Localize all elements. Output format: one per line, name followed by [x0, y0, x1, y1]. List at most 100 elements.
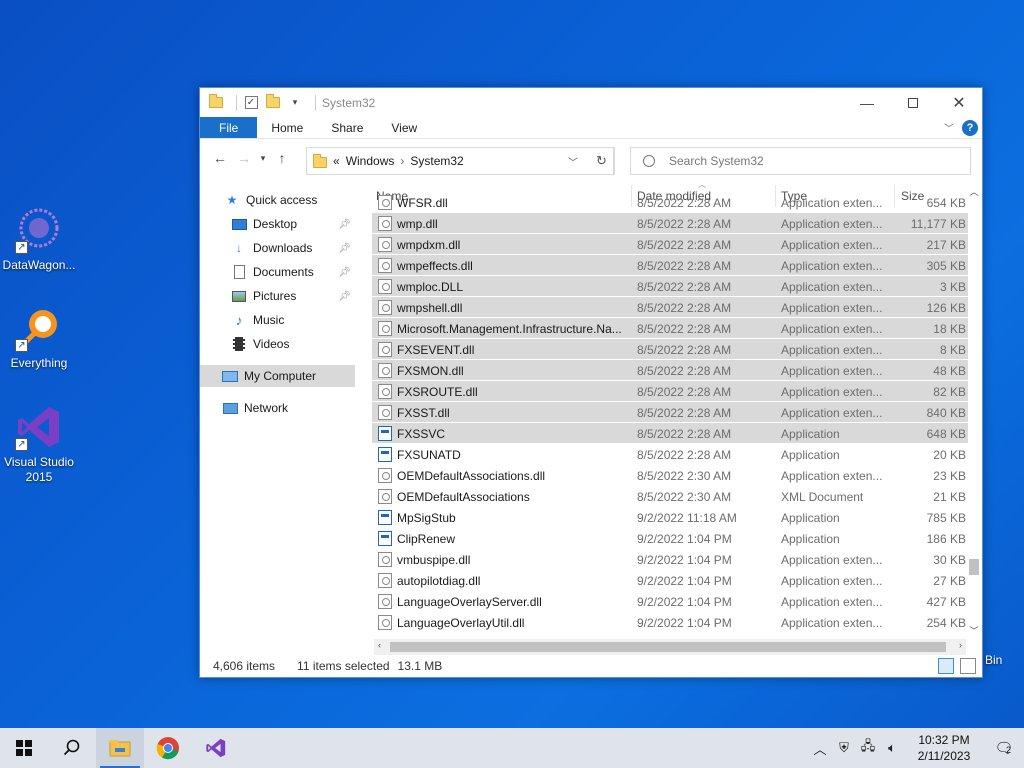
properties-icon[interactable]: ✓ — [243, 95, 259, 111]
pin-icon[interactable]: 📌︎ — [338, 267, 351, 278]
computer-icon — [222, 368, 238, 384]
recent-locations-button[interactable]: ▾ — [256, 153, 270, 164]
table-row[interactable]: LanguageOverlayServer.dll 9/2/2022 1:04 P… — [372, 591, 968, 612]
pin-icon[interactable]: 📌︎ — [338, 243, 351, 254]
table-row[interactable]: autopilotdiag.dll 9/2/2022 1:04 PM Applica… — [372, 570, 968, 591]
table-row[interactable]: wmpeffects.dll 8/5/2022 2:28 AM Applicatio… — [372, 255, 968, 276]
desktop-icon-everything[interactable]: ↗ Everything — [0, 304, 78, 371]
desktop-icon-datawagon[interactable]: ↗ DataWagon... — [0, 206, 78, 273]
application-file-icon — [378, 447, 392, 462]
status-bar: 4,606 items 11 items selected 13.1 MB — [200, 655, 982, 677]
file-date-modified: 8/5/2022 2:28 AM — [637, 427, 732, 441]
expand-ribbon-icon[interactable]: ﹀ — [944, 120, 954, 135]
separator — [236, 94, 237, 111]
table-row[interactable]: ClipRenew 9/2/2022 1:04 PM Application 186 … — [372, 528, 968, 549]
tab-share[interactable]: Share — [317, 117, 377, 138]
search-placeholder: Search System32 — [669, 154, 764, 168]
table-row[interactable]: FXSUNATD 8/5/2022 2:28 AM Application 20 KB — [372, 444, 968, 465]
search-input[interactable]: Search System32 — [630, 147, 971, 175]
taskbar-chrome[interactable] — [144, 728, 192, 768]
file-name: wmpdxm.dll — [397, 238, 461, 252]
table-row[interactable]: wmpshell.dll 8/5/2022 2:28 AM Application … — [372, 297, 968, 318]
horizontal-scrollbar[interactable]: ‹ › — [374, 639, 966, 655]
taskbar-visual-studio[interactable] — [192, 728, 240, 768]
breadcrumb-overflow[interactable]: « — [333, 154, 340, 168]
notifications-button[interactable]: 🗨︎ 2 — [984, 739, 1024, 757]
large-icons-view-icon[interactable] — [960, 658, 976, 674]
nav-network[interactable]: Network — [200, 397, 355, 419]
nav-documents[interactable]: Documents 📌︎ — [200, 261, 355, 283]
scroll-right-icon[interactable]: › — [959, 640, 962, 650]
file-size: 254 KB — [926, 616, 966, 630]
pin-icon[interactable]: 📌︎ — [338, 291, 351, 302]
scroll-left-icon[interactable]: ‹ — [378, 640, 381, 650]
tab-home[interactable]: Home — [257, 117, 317, 138]
taskbar-file-explorer[interactable] — [96, 728, 144, 768]
file-size: 82 KB — [933, 385, 966, 399]
table-row[interactable]: WFSR.dll 8/5/2022 2:28 AM Application exte… — [372, 192, 968, 213]
file-size: 3 KB — [939, 280, 966, 294]
vertical-scrollbar[interactable] — [766, 96, 782, 543]
visual-studio-icon — [206, 738, 226, 758]
scroll-thumb[interactable] — [969, 559, 979, 575]
file-date-modified: 8/5/2022 2:28 AM — [637, 217, 732, 231]
file-size: 654 KB — [926, 196, 966, 210]
vertical-scrollbar[interactable]: ︿ ﹀ — [966, 185, 982, 637]
nav-desktop[interactable]: Desktop 📌︎ — [200, 213, 355, 235]
clock[interactable]: 10:32 PM 2/11/2023 — [904, 732, 984, 764]
refresh-button[interactable]: ↻ — [589, 147, 615, 175]
breadcrumb-system32[interactable]: System32 — [410, 154, 463, 168]
nav-music[interactable]: ♪ Music — [200, 309, 355, 331]
maximize-button[interactable] — [890, 88, 936, 117]
nav-downloads[interactable]: ↓ Downloads 📌︎ — [200, 237, 355, 259]
table-row[interactable]: MpSigStub 9/2/2022 11:18 AM Application 785… — [372, 507, 968, 528]
tab-file[interactable]: File — [200, 117, 258, 138]
nav-videos[interactable]: Videos — [200, 333, 355, 355]
file-date-modified: 8/5/2022 2:28 AM — [637, 406, 732, 420]
table-row[interactable]: wmp.dll 8/5/2022 2:28 AM Application exten… — [372, 213, 968, 234]
table-row[interactable]: FXSEVENT.dll 8/5/2022 2:28 AM Application … — [372, 339, 968, 360]
breadcrumb-separator-icon[interactable]: › — [400, 154, 404, 168]
network-icon[interactable]: 🖧︎ — [856, 737, 880, 759]
table-row[interactable]: FXSMON.dll 8/5/2022 2:28 AM Application ex… — [372, 360, 968, 381]
close-button[interactable]: ✕ — [936, 88, 982, 117]
scroll-thumb[interactable] — [390, 642, 946, 652]
table-row[interactable]: Microsoft.Management.Infrastructure.Na..… — [372, 318, 968, 339]
star-icon: ★ — [226, 193, 238, 207]
minimize-button[interactable]: — — [844, 88, 890, 117]
table-row[interactable]: wmpdxm.dll 8/5/2022 2:28 AM Application ex… — [372, 234, 968, 255]
tab-view[interactable]: View — [377, 117, 431, 138]
show-hidden-icons-icon[interactable]: ︿ — [808, 739, 832, 758]
customize-toolbar-icon[interactable]: ▾ — [287, 95, 303, 111]
desktop-icon-visual-studio[interactable]: ↗ Visual Studio 2015 — [0, 403, 78, 485]
file-name: LanguageOverlayServer.dll — [397, 595, 542, 609]
new-folder-icon[interactable] — [265, 94, 281, 111]
volume-icon[interactable]: 🔈︎ — [880, 740, 904, 756]
table-row[interactable]: vmbuspipe.dll 9/2/2022 1:04 PM Application… — [372, 549, 968, 570]
nav-quick-access[interactable]: ★ Quick access — [200, 189, 355, 211]
table-row[interactable]: OEMDefaultAssociations.dll 8/5/2022 2:30 … — [372, 465, 968, 486]
forward-button[interactable]: → — [232, 150, 256, 166]
start-button[interactable] — [0, 728, 48, 768]
table-row[interactable]: FXSSVC 8/5/2022 2:28 AM Application 648 KB — [372, 423, 968, 444]
table-row[interactable]: OEMDefaultAssociations 8/5/2022 2:30 AM XM… — [372, 486, 968, 507]
details-view-icon[interactable] — [938, 658, 954, 674]
breadcrumb-windows[interactable]: Windows — [346, 154, 395, 168]
table-row[interactable]: FXSST.dll 8/5/2022 2:28 AM Application ext… — [372, 402, 968, 423]
nav-pictures[interactable]: Pictures 📌︎ — [200, 285, 355, 307]
search-button[interactable] — [48, 728, 96, 768]
table-row[interactable]: FXSROUTE.dll 8/5/2022 2:28 AM Application … — [372, 381, 968, 402]
scroll-down-icon[interactable]: ﹀ — [966, 624, 982, 637]
title-bar[interactable]: ✓ ▾ System32 — ✕ — [200, 88, 982, 117]
up-button[interactable]: ↑ — [270, 150, 294, 166]
nav-my-computer[interactable]: My Computer — [200, 365, 355, 387]
help-icon[interactable]: ? — [962, 119, 978, 136]
scroll-up-icon[interactable]: ︿ — [966, 185, 982, 198]
pin-icon[interactable]: 📌︎ — [338, 219, 351, 230]
back-button[interactable]: ← — [208, 150, 232, 166]
address-bar[interactable]: « Windows › System32 ﹀ — [306, 147, 614, 175]
table-row[interactable]: wmploc.DLL 8/5/2022 2:28 AM Application ex… — [372, 276, 968, 297]
address-dropdown-icon[interactable]: ﹀ — [561, 154, 585, 169]
table-row[interactable]: LanguageOverlayUtil.dll 9/2/2022 1:04 PM A… — [372, 612, 968, 633]
security-icon[interactable]: ⛨ — [832, 740, 856, 756]
